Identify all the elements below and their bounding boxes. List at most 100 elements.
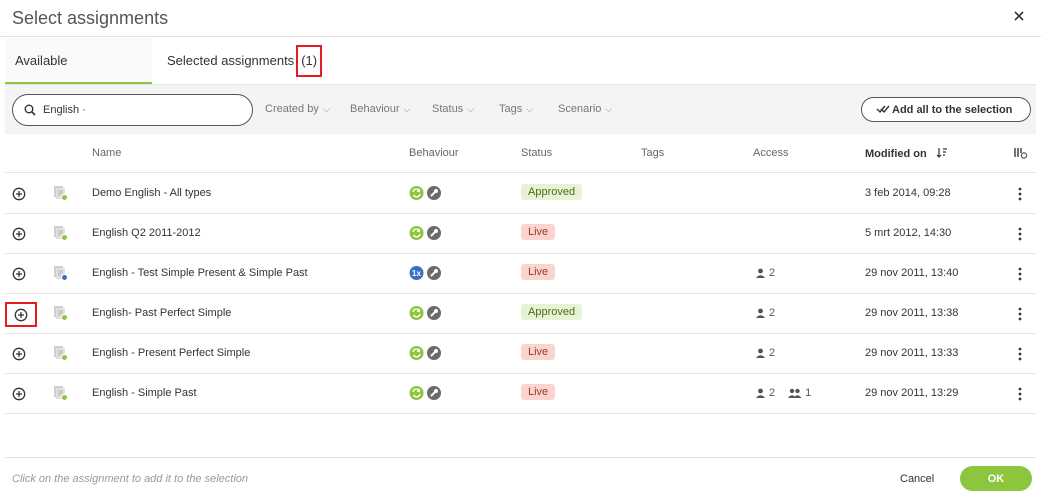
chevron-down-icon: ⌵ [605,104,613,114]
more-options-icon[interactable] [1017,186,1023,202]
access-info: 2 [755,347,775,359]
behaviour-icons: 1x [409,265,443,284]
table-row[interactable]: English - Present Perfect Simple Live 2 … [5,334,1036,374]
more-options-icon[interactable] [1017,346,1023,362]
more-options-icon[interactable] [1017,226,1023,242]
more-options-icon[interactable] [1017,266,1023,282]
modified-date: 29 nov 2011, 13:38 [865,307,959,319]
tab-bar: Available assignments Selected assignmen… [5,38,1036,114]
table-row[interactable]: Demo English - All types Approved 3 feb … [5,174,1036,214]
sort-descending-icon[interactable] [936,147,948,159]
filter-bar: Created by⌵ Behaviour⌵ Status⌵ Tags⌵ Sce… [5,84,1036,134]
chevron-down-icon: ⌵ [322,104,330,114]
status-badge: Live [521,224,556,240]
wrench-icon [427,186,441,200]
tab-label: Selected assignments [167,53,295,68]
wrench-icon [427,386,441,400]
filter-scenario[interactable]: Scenario ⌵ [558,103,612,115]
plus-circle-icon [12,387,26,401]
footer-hint: Click on the assignment to add it to the… [12,473,249,485]
status-badge: Approved [521,184,583,200]
assignment-name: English - Test Simple Present & Simple P… [92,267,308,279]
plus-circle-icon [12,227,26,241]
assignment-name: English - Present Perfect Simple [92,347,251,359]
table-row[interactable]: English Q2 2011-2012 Live 5 mrt 2012, 14… [5,214,1036,254]
modified-date: 29 nov 2011, 13:40 [865,267,959,279]
add-all-label: Add all to the selection [892,103,1013,116]
search-input[interactable] [43,101,243,119]
wrench-icon [427,226,441,240]
tab-selected-assignments[interactable]: Selected assignments (1) [157,38,332,84]
dialog-header: Select assignments [0,0,1041,37]
col-modified[interactable]: Modified on [865,147,948,160]
more-options-icon[interactable] [1017,386,1023,402]
modified-date: 5 mrt 2012, 14:30 [865,227,952,239]
dialog-footer: Click on the assignment to add it to the… [5,457,1036,502]
selected-count: (1) [296,45,323,77]
modified-date: 3 feb 2014, 09:28 [865,187,951,199]
user-icon [756,308,765,318]
col-access[interactable]: Access [753,147,788,159]
filter-status[interactable]: Status ⌵ [432,103,474,115]
assignment-name: Demo English - All types [92,187,212,199]
table-row[interactable]: English - Simple Past Live 21 29 nov 201… [5,374,1036,414]
assignment-name: English - Simple Past [92,387,197,399]
add-all-button[interactable]: Add all to the selection [861,97,1031,122]
repeat-icon [409,226,424,240]
more-options-icon[interactable] [1017,306,1023,322]
wrench-icon [427,306,441,320]
behaviour-icons [409,225,443,244]
add-to-selection-button[interactable] [12,227,26,241]
add-to-selection-button[interactable] [12,187,26,201]
table-row[interactable]: English- Past Perfect Simple Approved 2 … [5,294,1036,334]
ok-button[interactable]: OK [960,466,1032,491]
user-icon [756,268,765,278]
search-icon [24,104,36,116]
table-row[interactable]: English - Test Simple Present & Simple P… [5,254,1036,294]
repeat-icon [409,186,424,200]
add-to-selection-button[interactable] [12,387,26,401]
plus-circle-icon [12,267,26,281]
wrench-icon [427,266,441,280]
filter-created-by[interactable]: Created by ⌵ [265,103,330,115]
user-icon [756,388,765,398]
col-behaviour[interactable]: Behaviour [409,147,459,159]
chevron-down-icon: ⌵ [467,104,475,114]
access-user-count: 2 [769,347,776,359]
user-icon [756,348,765,358]
access-user-count: 2 [769,267,776,279]
status-badge: Live [521,264,556,280]
col-tags[interactable]: Tags [641,147,664,159]
repeat-icon [409,386,424,400]
access-info: 21 [755,387,811,399]
double-check-icon [876,105,890,114]
plus-circle-icon [12,347,26,361]
assignment-name: English- Past Perfect Simple [92,307,232,319]
tab-available-assignments[interactable]: Available assignments [5,38,152,114]
add-to-selection-button[interactable] [12,347,26,361]
plus-circle-icon [12,187,26,201]
table-header: Name Behaviour Status Tags Access Modifi… [5,134,1036,173]
behaviour-icons [409,385,443,404]
chevron-down-icon: ⌵ [403,104,411,114]
add-to-selection-button[interactable] [5,302,37,327]
column-settings-icon[interactable] [1014,147,1028,159]
cancel-button[interactable]: Cancel [900,473,934,485]
status-badge: Live [521,384,556,400]
filter-behaviour[interactable]: Behaviour ⌵ [350,103,410,115]
search-box[interactable] [12,94,253,126]
once-icon: 1x [409,266,424,280]
filter-tags[interactable]: Tags ⌵ [499,103,533,115]
access-user-count: 2 [769,387,776,399]
chevron-down-icon: ⌵ [526,104,534,114]
modified-date: 29 nov 2011, 13:33 [865,347,959,359]
plus-circle-icon [14,308,28,322]
access-user-count: 2 [769,307,776,319]
access-group-count: 1 [805,387,812,399]
add-to-selection-button[interactable] [12,267,26,281]
access-info: 2 [755,267,775,279]
dialog-title: Select assignments [12,8,169,28]
col-name[interactable]: Name [92,147,121,159]
close-icon[interactable] [1011,8,1027,24]
col-status[interactable]: Status [521,147,552,159]
